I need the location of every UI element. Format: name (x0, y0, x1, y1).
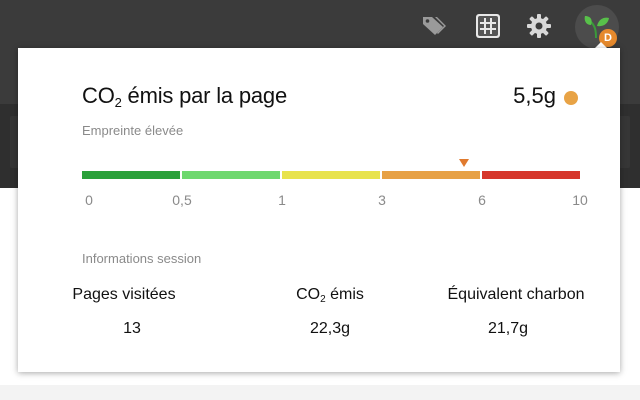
co2-popup: CO2 émis par la page 5,5g Empreinte élev… (18, 48, 620, 372)
page-co2-value: 5,5g (513, 83, 556, 108)
stat-coal-value: 21,7g (487, 320, 529, 337)
session-label: Informations session (82, 251, 202, 266)
footprint-scale (82, 171, 580, 179)
page-footer-strip (0, 385, 640, 400)
scale-tick-label: 0,5 (172, 192, 192, 208)
stat-pages-label: Pages visitées (72, 286, 176, 303)
scale-tick-label: 3 (378, 192, 386, 208)
scale-segment (182, 171, 280, 179)
stat-co2-value: 22,3g (309, 320, 351, 337)
scale-tick-label: 1 (278, 192, 286, 208)
footprint-marker (458, 159, 469, 167)
scale-segment (282, 171, 380, 179)
scale-segment (382, 171, 480, 179)
footprint-dot-indicator (564, 91, 578, 105)
scale-tick-label: 10 (572, 192, 588, 208)
footprint-label: Empreinte élevée (82, 123, 184, 138)
stat-pages-value: 13 (123, 320, 141, 337)
scale-segment (482, 171, 580, 179)
scale-segment (82, 171, 180, 179)
scale-tick-label: 0 (85, 192, 93, 208)
popup-title: CO2 émis par la page (82, 83, 288, 110)
scale-tick-label: 6 (478, 192, 486, 208)
stat-co2-label: CO2 émis (296, 286, 364, 305)
tag-icon[interactable] (419, 11, 449, 41)
grid-icon[interactable] (473, 11, 503, 41)
gear-icon[interactable] (524, 11, 554, 41)
stat-coal-label: Équivalent charbon (447, 286, 585, 303)
